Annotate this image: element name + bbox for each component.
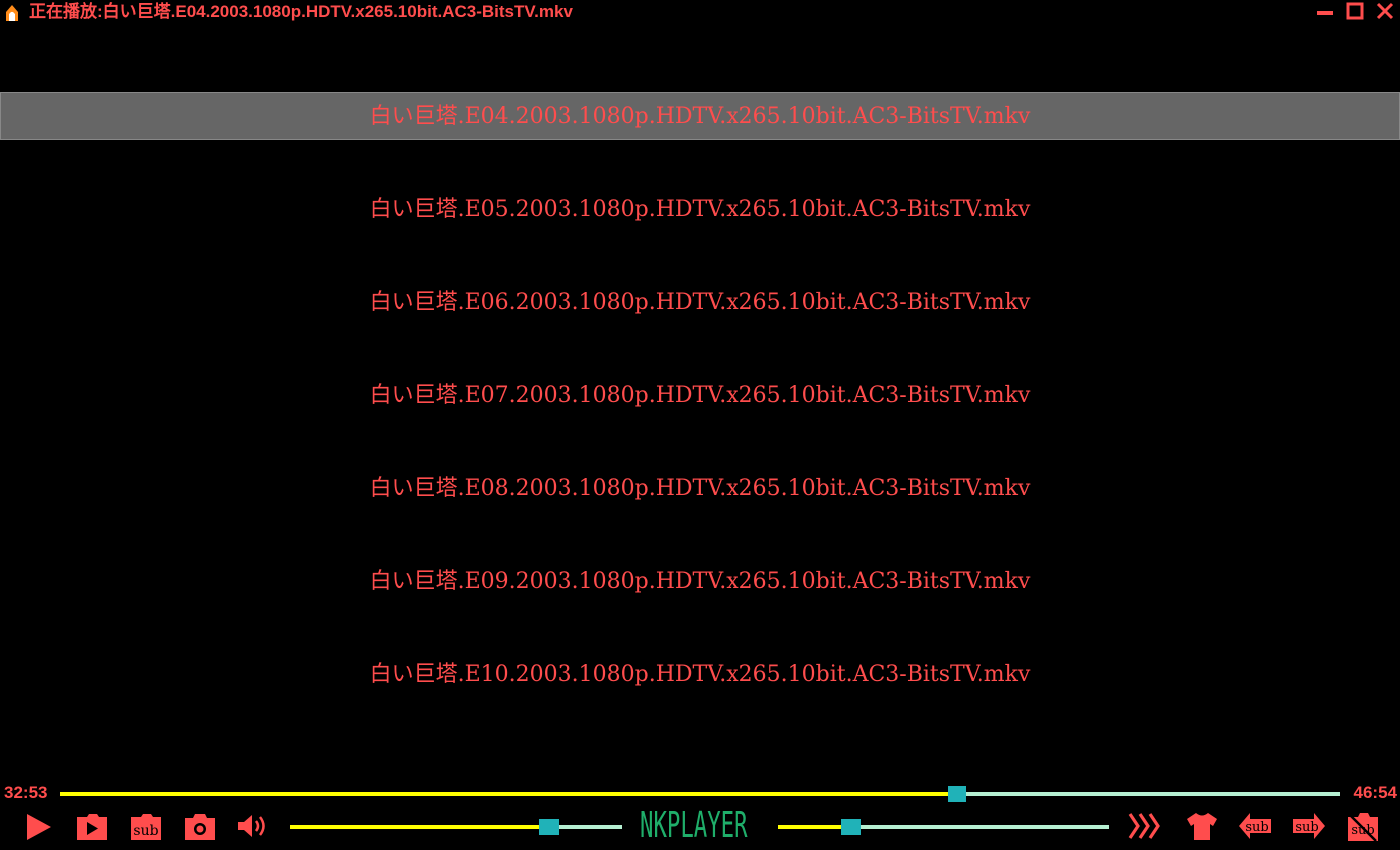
fox-app-icon[interactable] — [3, 2, 21, 22]
maximize-icon[interactable] — [1345, 2, 1365, 20]
playlist: 白い巨塔.E04.2003.1080p.HDTV.x265.10bit.AC3-… — [0, 92, 1400, 743]
playlist-item[interactable]: 白い巨塔.E07.2003.1080p.HDTV.x265.10bit.AC3-… — [0, 371, 1400, 419]
subtitle-icon[interactable]: sub — [130, 813, 162, 841]
seek-played-track — [60, 792, 957, 796]
window-title: 正在播放:白い巨塔.E04.2003.1080p.HDTV.x265.10bit… — [29, 2, 573, 21]
sub-label: sub — [133, 823, 158, 839]
shirt-skin-icon[interactable] — [1186, 811, 1218, 841]
playlist-item[interactable]: 白い巨塔.E10.2003.1080p.HDTV.x265.10bit.AC3-… — [0, 650, 1400, 698]
playlist-item[interactable]: 白い巨塔.E06.2003.1080p.HDTV.x265.10bit.AC3-… — [0, 278, 1400, 326]
seek-remaining-track — [957, 792, 1340, 796]
volume-icon[interactable] — [236, 811, 268, 841]
close-icon[interactable] — [1375, 2, 1395, 20]
sub-label: sub — [1295, 820, 1318, 835]
volume-remaining-track — [549, 825, 622, 829]
subtitle-forward-icon[interactable]: sub — [1292, 811, 1326, 841]
fast-forward-icon[interactable] — [1128, 811, 1162, 841]
playlist-item[interactable]: 白い巨塔.E04.2003.1080p.HDTV.x265.10bit.AC3-… — [0, 92, 1400, 140]
volume-slider[interactable] — [290, 819, 622, 835]
next-video-icon[interactable] — [76, 813, 108, 841]
camera-icon[interactable] — [184, 813, 216, 841]
secondary-remaining-track — [851, 825, 1109, 829]
secondary-slider[interactable] — [778, 819, 1109, 835]
current-time: 32:53 — [4, 783, 48, 802]
playlist-item[interactable]: 白い巨塔.E08.2003.1080p.HDTV.x265.10bit.AC3-… — [0, 464, 1400, 512]
secondary-handle[interactable] — [841, 819, 861, 835]
app-logo: NKPLAYER — [640, 805, 748, 846]
minimize-icon[interactable] — [1315, 2, 1335, 20]
title-bar: 正在播放:白い巨塔.E04.2003.1080p.HDTV.x265.10bit… — [0, 0, 1400, 24]
play-icon[interactable] — [24, 812, 54, 842]
volume-level-track — [290, 825, 549, 829]
volume-handle[interactable] — [539, 819, 559, 835]
seek-bar[interactable] — [60, 786, 1340, 802]
seek-handle[interactable] — [948, 786, 966, 802]
playlist-item[interactable]: 白い巨塔.E09.2003.1080p.HDTV.x265.10bit.AC3-… — [0, 557, 1400, 605]
sub-label: sub — [1245, 820, 1268, 835]
total-time: 46:54 — [1353, 783, 1397, 802]
playlist-item[interactable]: 白い巨塔.E05.2003.1080p.HDTV.x265.10bit.AC3-… — [0, 185, 1400, 233]
subtitle-back-icon[interactable]: sub — [1238, 811, 1272, 841]
subtitle-off-icon[interactable]: sub — [1346, 811, 1380, 843]
